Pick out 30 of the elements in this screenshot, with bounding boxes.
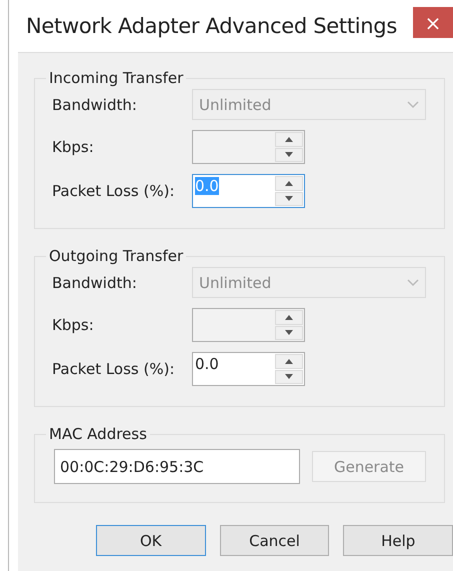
close-button[interactable]: × bbox=[413, 7, 453, 38]
field-label: Bandwidth: bbox=[52, 274, 138, 292]
group-title: Outgoing Transfer bbox=[48, 247, 184, 265]
spin-down-button[interactable] bbox=[275, 370, 303, 384]
spin-down-button[interactable] bbox=[275, 192, 303, 206]
number-field[interactable]: 0.0 bbox=[192, 352, 305, 386]
up-arrow-icon bbox=[285, 314, 293, 320]
dialog-button[interactable]: OK bbox=[96, 525, 206, 556]
field-label: Packet Loss (%): bbox=[52, 360, 176, 378]
group-title: Incoming Transfer bbox=[48, 69, 184, 87]
field-label: Kbps: bbox=[52, 138, 95, 156]
chevron-down-icon bbox=[407, 100, 419, 108]
up-arrow-icon bbox=[285, 180, 293, 186]
down-arrow-icon bbox=[285, 330, 293, 336]
dialog-button[interactable]: Help bbox=[343, 525, 453, 556]
group-title: MAC Address bbox=[48, 425, 148, 443]
down-arrow-icon bbox=[285, 196, 293, 202]
window-title: Network Adapter Advanced Settings bbox=[26, 14, 397, 38]
down-arrow-icon bbox=[285, 374, 293, 380]
dialog-button[interactable]: Cancel bbox=[220, 525, 330, 556]
field-label: Kbps: bbox=[52, 316, 95, 334]
field-label: Packet Loss (%): bbox=[52, 182, 176, 200]
field-label: Bandwidth: bbox=[52, 96, 138, 114]
up-arrow-icon bbox=[285, 136, 293, 142]
spin-up-button[interactable] bbox=[275, 354, 303, 368]
mac-address-field[interactable]: 00:0C:29:D6:95:3C bbox=[54, 449, 300, 484]
down-arrow-icon bbox=[285, 152, 293, 158]
up-arrow-icon bbox=[285, 358, 293, 364]
chevron-down-icon bbox=[407, 278, 419, 286]
spin-up-button[interactable] bbox=[275, 176, 303, 190]
